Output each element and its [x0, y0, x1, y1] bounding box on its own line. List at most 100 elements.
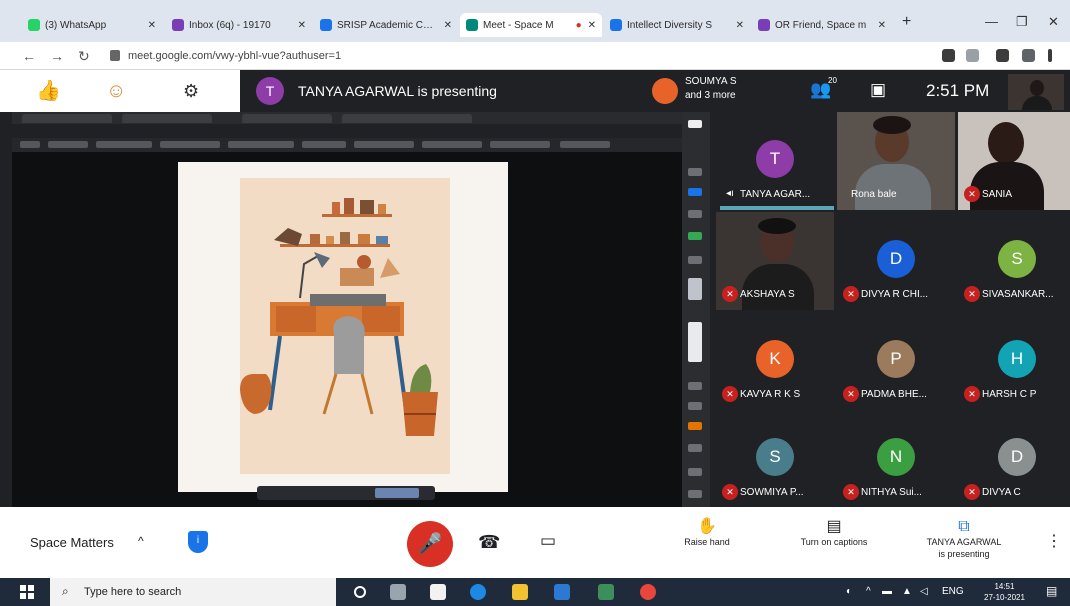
browser-tab-active[interactable]: Meet - Space M ● ✕: [460, 13, 602, 37]
browser-tab[interactable]: OR Friend, Space m ✕: [752, 13, 892, 37]
windows-logo-pane: [28, 593, 34, 599]
notifications-icon[interactable]: ▤: [1046, 584, 1057, 598]
mic-off-icon: ✕: [964, 186, 980, 202]
reload-icon[interactable]: ↻: [78, 48, 90, 65]
participant-avatar: K: [756, 340, 794, 378]
participant-name: Rona bale: [851, 189, 897, 200]
close-icon[interactable]: ✕: [878, 20, 886, 31]
participant-tile[interactable]: T ◂ı TANYA AGAR...: [716, 112, 834, 210]
minimize-icon[interactable]: —: [985, 14, 998, 29]
participant-tile-video[interactable]: ✕ AKSHAYA S: [716, 212, 834, 310]
toolbar-item: [688, 232, 702, 240]
chat-icon[interactable]: ▣: [870, 80, 886, 100]
raise-hand-button[interactable]: ✋ Raise hand: [672, 519, 742, 548]
close-icon[interactable]: ✕: [444, 20, 452, 31]
security-shield-icon[interactable]: i: [188, 531, 208, 553]
whatsapp-icon: [28, 19, 40, 31]
extensions-icon[interactable]: [996, 49, 1009, 62]
participant-tile-video[interactable]: Rona bale: [837, 112, 955, 210]
close-icon[interactable]: ✕: [736, 20, 744, 31]
reaction-bar: 👍 ☺ ⚙: [0, 70, 240, 112]
app-icon[interactable]: [598, 584, 614, 600]
meeting-name[interactable]: Space Matters: [30, 535, 114, 550]
tab-label: SRISP Academic Cells: [337, 19, 438, 31]
toolbar-item: [688, 402, 702, 410]
url-field[interactable]: meet.google.com/vwy-ybhl-vue?authuser=1: [128, 50, 341, 62]
participant-tile[interactable]: D ✕ DIVYA R CHI...: [837, 212, 955, 310]
participant-name: DIVYA C: [982, 487, 1021, 498]
participant-name: AKSHAYA S: [740, 289, 795, 300]
participant-tile[interactable]: D ✕ DIVYA C: [958, 410, 1070, 508]
tray-chevron-icon[interactable]: ^: [866, 586, 871, 597]
camera-toggle-icon[interactable]: ▭: [540, 531, 556, 551]
edge-icon[interactable]: [470, 584, 486, 600]
store-icon[interactable]: [430, 584, 446, 600]
captions-button[interactable]: ▤ Turn on captions: [784, 519, 884, 548]
back-icon[interactable]: ←: [22, 48, 36, 64]
search-icon: ⌕: [62, 584, 69, 598]
browser-tab[interactable]: SRISP Academic Cells ✕: [314, 13, 458, 37]
taskbar-date: 27-10-2021: [984, 593, 1025, 602]
shared-tab: [342, 114, 472, 123]
more-options-icon[interactable]: ⋮: [1046, 531, 1062, 551]
windows-logo-pane: [20, 593, 26, 599]
chrome-icon[interactable]: [640, 584, 656, 600]
presenting-banner: T TANYA AGARWAL is presenting SOUMYA S a…: [240, 70, 1070, 112]
close-icon[interactable]: ✕: [148, 20, 156, 31]
participant-tile[interactable]: S ✕ SIVASANKAR...: [958, 212, 1070, 310]
participant-tile[interactable]: H ✕ HARSH C P: [958, 312, 1070, 410]
forward-icon[interactable]: →: [50, 48, 64, 64]
thumbs-up-icon[interactable]: 👍: [36, 78, 61, 104]
mic-off-icon: ✕: [964, 386, 980, 402]
settings-gear-icon[interactable]: ⚙: [183, 78, 199, 104]
close-window-icon[interactable]: ✕: [1048, 14, 1059, 30]
sharing-indicator: [257, 486, 435, 500]
participant-tile-video[interactable]: ✕ SANIA: [958, 112, 1070, 210]
windows-start-icon[interactable]: [20, 585, 34, 599]
browser-tab[interactable]: Intellect Diversity S ✕: [604, 13, 750, 37]
maximize-icon[interactable]: ❐: [1016, 14, 1028, 30]
language-indicator[interactable]: ENG: [942, 586, 964, 597]
camera-icon[interactable]: [942, 49, 955, 62]
people-count: 20: [828, 76, 837, 85]
task-view-icon[interactable]: [390, 584, 406, 600]
person-emoji-icon[interactable]: ☺: [106, 78, 126, 104]
chevron-up-icon[interactable]: ^: [138, 534, 144, 548]
tab-label: Intellect Diversity S: [627, 19, 713, 31]
stop-sharing-button: [375, 488, 419, 498]
profile-icon[interactable]: [1022, 49, 1035, 62]
star-icon[interactable]: [966, 49, 979, 62]
end-call-icon[interactable]: ☎: [478, 532, 500, 553]
taskbar-clock[interactable]: 14:51 27-10-2021: [984, 581, 1025, 603]
close-icon[interactable]: ✕: [298, 20, 306, 31]
browser-menu-icon[interactable]: [1048, 49, 1052, 62]
participant-avatar: H: [998, 340, 1036, 378]
bookmark: [160, 141, 220, 148]
participant-tile[interactable]: K ✕ KAVYA R K S: [716, 312, 834, 410]
browser-tab[interactable]: Inbox (6q) - 19170 ✕: [166, 13, 312, 37]
bookmark: [302, 141, 346, 148]
network-icon[interactable]: ▲: [902, 586, 912, 597]
volume-icon[interactable]: ◁: [920, 586, 928, 597]
toolbar-item: [688, 422, 702, 430]
taskbar-search-box[interactable]: ⌕ Type here to search: [50, 578, 336, 606]
participant-tile[interactable]: P ✕ PADMA BHE...: [837, 312, 955, 410]
self-view-thumbnail[interactable]: [1008, 74, 1064, 110]
microphone-toggle-button[interactable]: 🎤: [407, 521, 453, 567]
mic-off-icon: ✕: [843, 484, 859, 500]
participant-name: HARSH C P: [982, 389, 1037, 400]
participant-tile[interactable]: S ✕ SOWMIYA P...: [716, 410, 834, 508]
tab-label: OR Friend, Space m: [775, 19, 867, 31]
file-explorer-icon[interactable]: [512, 584, 528, 600]
cortana-icon[interactable]: [354, 586, 366, 598]
presenting-button[interactable]: ⧉ TANYA AGARWAL is presenting: [912, 519, 1016, 560]
browser-tab[interactable]: (3) WhatsApp ✕: [22, 13, 162, 37]
new-tab-button[interactable]: +: [902, 13, 911, 31]
shared-screen: [12, 112, 710, 507]
weather-icon[interactable]: ◐: [846, 586, 852, 597]
battery-icon[interactable]: ▬: [882, 586, 892, 597]
meeting-controls: Space Matters ^ i 🎤 ☎ ▭ ✋ Raise hand ▤ T…: [0, 507, 1070, 578]
participant-tile[interactable]: N ✕ NITHYA Sui...: [837, 410, 955, 508]
close-icon[interactable]: ✕: [588, 20, 596, 31]
mail-app-icon[interactable]: [554, 584, 570, 600]
